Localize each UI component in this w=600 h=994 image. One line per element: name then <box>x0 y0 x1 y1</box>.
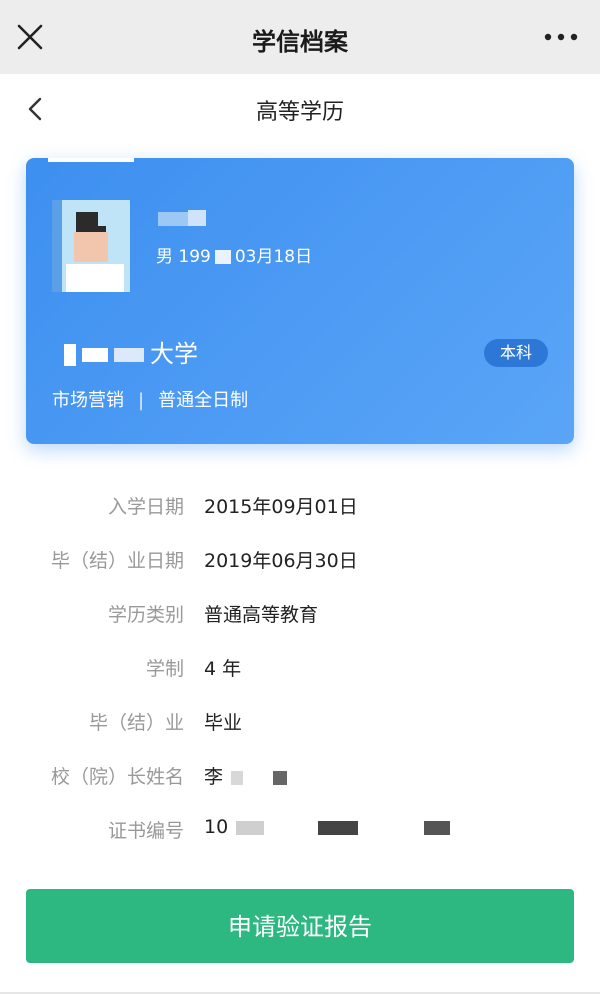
study-mode: 普通全日制 <box>158 390 249 411</box>
major: 市场营销 <box>52 390 124 411</box>
gender-birthdate: 男 199 03月18日 <box>156 242 312 267</box>
app-title: 学信档案 <box>252 28 348 56</box>
info-label: 毕（结）业日期 <box>50 550 184 572</box>
info-value: 4 年 <box>204 658 242 680</box>
gender-birth-prefix: 男 199 <box>156 247 211 267</box>
school-suffix: 大学 <box>150 340 198 368</box>
info-label: 证书编号 <box>107 820 184 842</box>
page-nav-bar: 高等学历 <box>0 74 600 144</box>
page-title: 高等学历 <box>255 100 344 125</box>
info-value: 2015年09月01日 <box>204 496 358 518</box>
school-redaction-2 <box>82 348 108 362</box>
info-label: 学制 <box>145 658 184 680</box>
info-value: 毕业 <box>204 712 243 734</box>
info-value-wrap: 10 <box>204 816 451 838</box>
school-redaction-1 <box>64 344 76 366</box>
info-value-wrap: 李 <box>204 762 288 789</box>
info-value: 普通高等教育 <box>204 604 319 626</box>
school-name: 大学 <box>64 334 198 369</box>
info-row-graduation-date: 毕（结）业日期 2019年06月30日 <box>0 546 600 576</box>
info-value: 李 <box>204 766 224 788</box>
info-row-graduation-status: 毕（结）业 毕业 <box>0 708 600 738</box>
redaction-block <box>424 820 451 835</box>
info-label: 入学日期 <box>107 496 184 518</box>
info-label: 学历类别 <box>107 604 184 626</box>
more-horizontal-icon[interactable] <box>544 29 578 43</box>
info-row-education-type: 学历类别 普通高等教育 <box>0 600 600 630</box>
apply-verification-report-button[interactable]: 申请验证报告 <box>26 889 574 963</box>
school-redaction-3 <box>114 348 144 362</box>
student-name-redacted-2 <box>188 210 206 226</box>
separator: | <box>138 390 145 411</box>
info-row-enrollment-date: 入学日期 2015年09月01日 <box>0 492 600 522</box>
app-top-bar: 学信档案 <box>0 0 600 74</box>
redaction-block <box>273 770 288 785</box>
major-mode-line: 市场营销 | 普通全日制 <box>52 386 248 412</box>
info-label: 毕（结）业 <box>88 712 184 734</box>
redaction-block <box>231 770 244 785</box>
info-label: 校（院）长姓名 <box>50 766 184 788</box>
info-row-principal-name: 校（院）长姓名 李 <box>0 762 600 792</box>
info-row-duration: 学制 4 年 <box>0 654 600 684</box>
info-row-certificate-number: 证书编号 10 <box>0 816 600 846</box>
redaction-block <box>236 820 265 835</box>
birth-redaction <box>214 250 231 264</box>
education-card: 男 199 03月18日 大学 本科 市场营销 | 普通全日制 <box>26 158 574 444</box>
redaction-mark <box>48 158 134 162</box>
info-value: 2019年06月30日 <box>204 550 358 572</box>
redaction-block <box>318 820 359 835</box>
degree-badge: 本科 <box>484 339 548 367</box>
student-photo <box>52 200 130 292</box>
gender-birth-suffix: 03月18日 <box>234 247 313 267</box>
info-value: 10 <box>204 816 229 838</box>
